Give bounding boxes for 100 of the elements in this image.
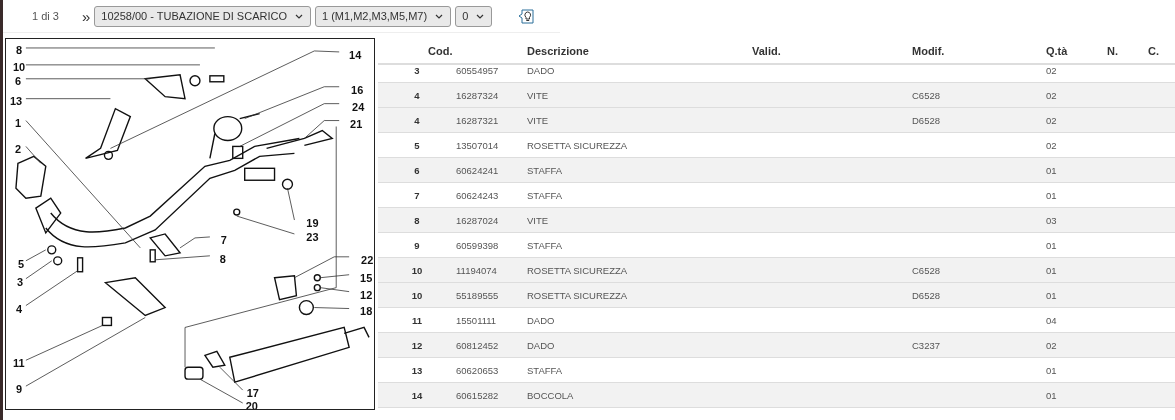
- table-cell: 3: [414, 65, 420, 76]
- table-cell: C6528: [912, 89, 940, 101]
- callout-number: 21: [350, 117, 363, 130]
- table-cell: STAFFA: [527, 164, 563, 176]
- table-cell: D6528: [912, 289, 940, 301]
- table-cell: 13507014: [456, 139, 499, 151]
- table-cell: STAFFA: [527, 364, 563, 376]
- table-cell: VITE: [527, 89, 549, 101]
- table-cell: 9: [414, 239, 420, 251]
- table-cell: VITE: [527, 114, 549, 126]
- table-cell: 02: [1046, 89, 1057, 101]
- chevron-icon: [435, 13, 444, 19]
- table-cell: 14: [411, 389, 423, 401]
- column-header: Q.tà: [1046, 44, 1069, 57]
- column-header: Descrizione: [527, 44, 590, 57]
- chevron-icon: [476, 13, 485, 19]
- table-cell: STAFFA: [527, 239, 563, 251]
- table-cell: 55189555: [456, 289, 499, 301]
- table-cell: 04: [1046, 314, 1057, 326]
- table-cell: 11194074: [456, 264, 497, 276]
- callout-number: 5: [17, 257, 25, 270]
- table-cell: ROSETTA SICUREZZA: [527, 139, 628, 151]
- callout-number: 18: [360, 305, 373, 318]
- table-cell: 5: [414, 139, 420, 151]
- table-cell: 01: [1046, 364, 1057, 376]
- next-link[interactable]: »: [82, 7, 91, 25]
- callout-number: 9: [15, 383, 23, 396]
- table-cell: 01: [1046, 239, 1057, 251]
- column-header: Valid.: [752, 44, 782, 57]
- column-header: N.: [1107, 44, 1119, 57]
- table-cell: 10: [411, 289, 423, 301]
- table-cell: C6528: [912, 264, 940, 276]
- table-cell: 01: [1046, 189, 1057, 201]
- dropdown[interactable]: 1 (M1,M2,M3,M5,M7): [315, 5, 452, 27]
- table-cell: 02: [1046, 139, 1057, 151]
- table-cell: 01: [1046, 289, 1057, 301]
- dropdown[interactable]: 0: [455, 5, 493, 27]
- table-cell: 60615282: [456, 389, 499, 401]
- table-cell: DADO: [527, 339, 555, 351]
- table-cell: 60620653: [456, 364, 499, 376]
- table-cell: ROSETTA SICUREZZA: [527, 264, 628, 276]
- lightbulb-icon[interactable]: [518, 7, 536, 25]
- column-header: Modif.: [912, 44, 946, 57]
- table-cell: 16287024: [456, 214, 499, 226]
- table-cell: DADO: [527, 65, 555, 76]
- table-cell: C3237: [912, 339, 940, 351]
- callout-number: 6: [14, 74, 22, 87]
- callout-number: 19: [306, 217, 319, 229]
- callout-number: 8: [219, 252, 226, 265]
- table-cell: 60624243: [456, 189, 499, 201]
- table-cell: 16287324: [456, 89, 499, 101]
- callout-number: 14: [349, 48, 362, 61]
- callout-number: 8: [15, 43, 23, 56]
- dropdown[interactable]: 10258/00 - TUBAZIONE DI SCARICO: [94, 5, 311, 27]
- table-cell: 01: [1046, 389, 1057, 401]
- callout-number: 24: [352, 100, 365, 113]
- callout-number: 3: [16, 275, 24, 288]
- table-cell: 7: [414, 189, 420, 201]
- callout-number: 1: [14, 116, 22, 129]
- table-cell: 60554957: [456, 65, 499, 76]
- callout-number: 23: [306, 230, 319, 243]
- callout-number: 16: [351, 83, 364, 96]
- table-cell: DADO: [527, 314, 555, 326]
- table-cell: VITE: [527, 214, 549, 226]
- table-cell: 60812452: [456, 339, 499, 351]
- table-cell: 02: [1046, 339, 1057, 351]
- column-header: Cod.: [428, 44, 454, 57]
- table-cell: 60624241: [456, 164, 499, 176]
- table-cell: 10: [411, 264, 423, 276]
- callout-number: 22: [361, 253, 374, 266]
- table-cell: 60599398: [456, 239, 499, 251]
- callout-number: 12: [360, 288, 373, 301]
- callout-number: 7: [220, 233, 227, 246]
- table-cell: 03: [1046, 214, 1057, 226]
- table-cell: 8: [414, 214, 420, 226]
- column-header: C.: [1148, 44, 1160, 57]
- table-cell: 13: [411, 364, 423, 376]
- table-cell: ROSETTA SICUREZZA: [527, 289, 628, 301]
- table-cell: BOCCOLA: [527, 389, 574, 401]
- table-cell: STAFFA: [527, 189, 563, 201]
- table-cell: 11: [411, 314, 422, 326]
- chevron-icon: [295, 13, 303, 19]
- callout-number: 15: [360, 271, 373, 284]
- table-cell: 01: [1046, 164, 1057, 176]
- callout-number: 10: [12, 60, 26, 73]
- callout-number: 2: [14, 143, 22, 156]
- table-cell: 15501111: [456, 314, 497, 326]
- table-cell: 02: [1046, 114, 1057, 126]
- callout-number: 4: [15, 302, 23, 315]
- table-cell: 12: [411, 339, 423, 351]
- table-cell: 02: [1046, 65, 1057, 76]
- table-cell: 6: [414, 164, 420, 176]
- table-cell: 16287321: [456, 114, 499, 126]
- table-cell: 4: [414, 89, 420, 101]
- table-cell: 4: [414, 114, 420, 126]
- callout-number: 13: [10, 94, 23, 107]
- callout-number: 17: [246, 387, 259, 400]
- callout-number: 11: [12, 357, 25, 370]
- page-counter: 1 di 3: [32, 10, 60, 22]
- table-cell: D6528: [912, 114, 940, 126]
